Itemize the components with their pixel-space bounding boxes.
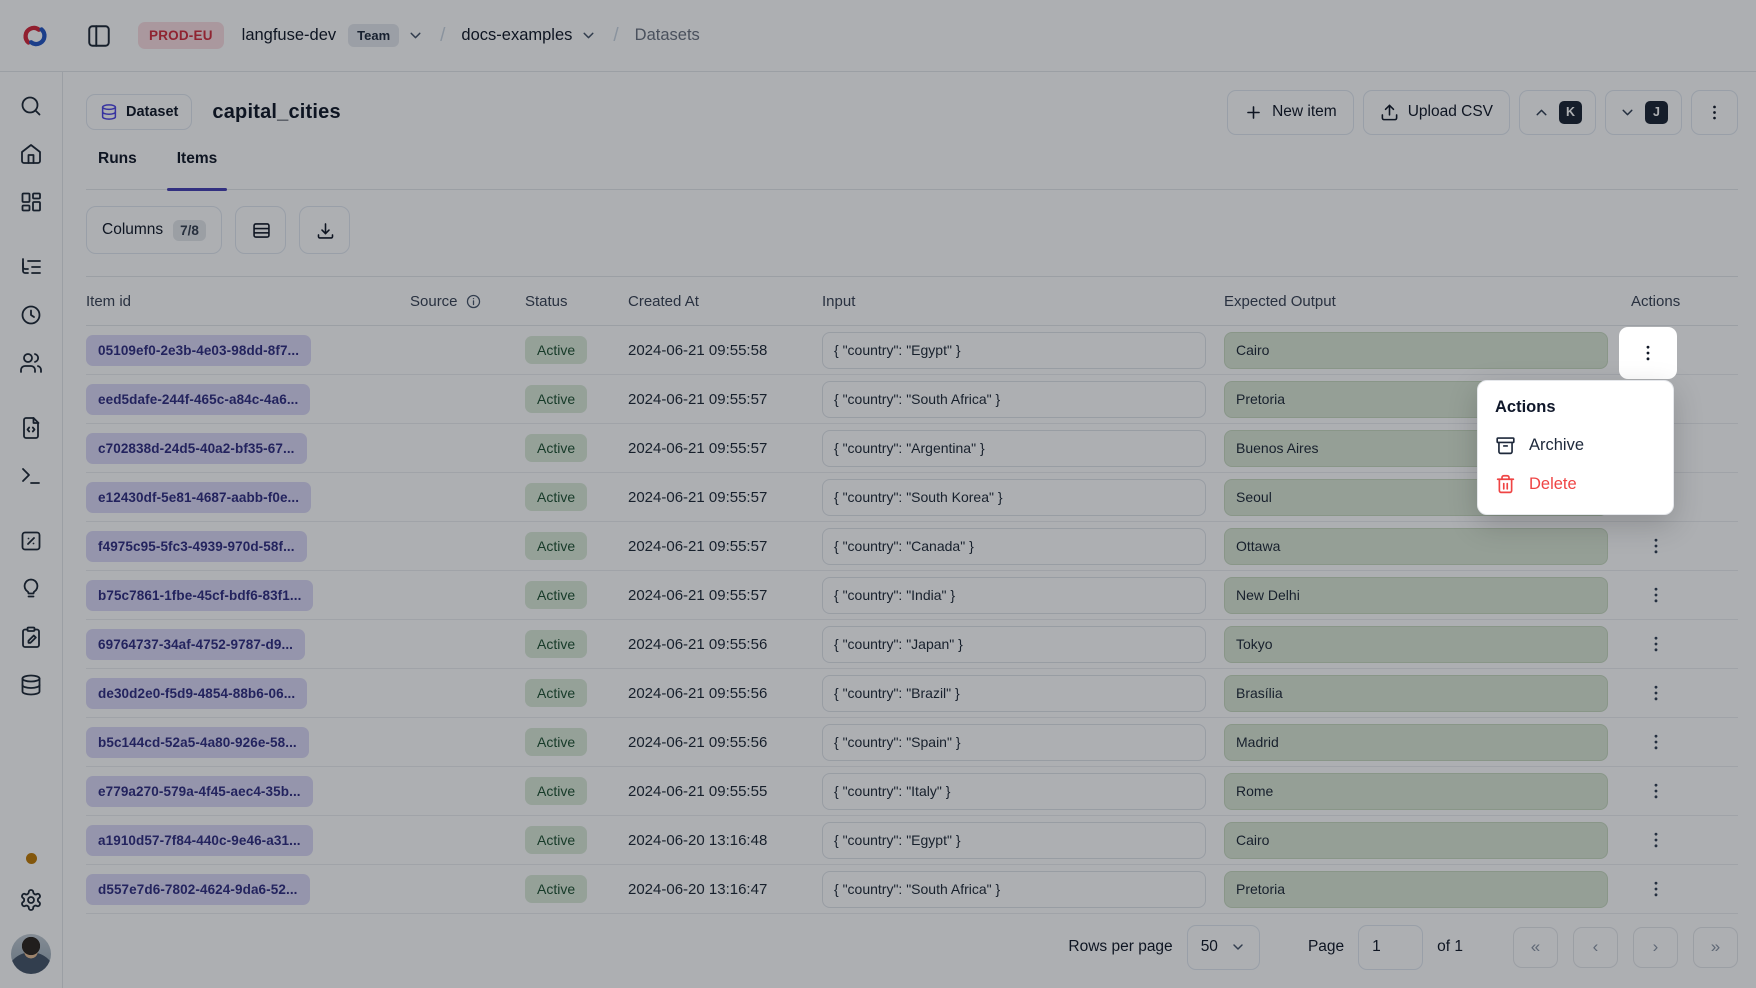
menu-title: Actions bbox=[1478, 388, 1673, 426]
langfuse-app: PROD-EU langfuse-dev Team / docs-example… bbox=[0, 0, 1756, 988]
menu-item-delete[interactable]: Delete bbox=[1478, 465, 1673, 504]
archive-icon bbox=[1495, 435, 1516, 456]
menu-item-archive[interactable]: Archive bbox=[1478, 426, 1673, 465]
trash-icon bbox=[1495, 474, 1516, 495]
row-actions-menu-button-open[interactable] bbox=[1619, 327, 1677, 379]
more-vertical-icon bbox=[1638, 343, 1658, 363]
row-actions-menu: Actions Archive Delete bbox=[1477, 380, 1674, 515]
